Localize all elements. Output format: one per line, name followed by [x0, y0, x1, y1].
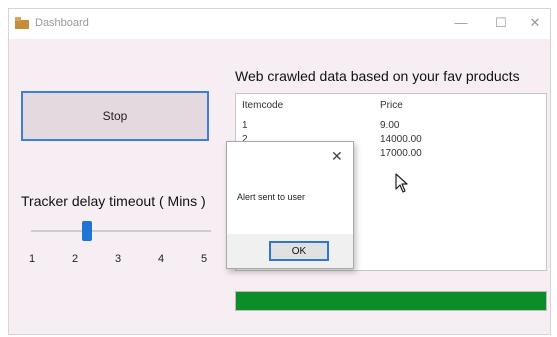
app-icon [15, 17, 29, 29]
slider-tick-label: 1 [29, 253, 36, 265]
ok-button[interactable]: OK [269, 241, 329, 261]
results-title: Web crawled data based on your fav produ… [235, 68, 520, 84]
progress-fill [236, 292, 546, 310]
main-window: Dashboard — ☐ ✕ Stop Tracker delay timeo… [8, 8, 551, 335]
close-icon[interactable]: ✕ [331, 148, 343, 165]
column-header-itemcode[interactable]: Itemcode [242, 100, 283, 111]
slider-tick-label: 3 [115, 253, 122, 265]
slider-thumb[interactable] [81, 221, 92, 241]
progress-bar [235, 291, 547, 311]
top-caption [0, 0, 557, 12]
mouse-pointer-icon [395, 173, 408, 193]
close-window-button[interactable]: ✕ [515, 9, 555, 39]
dialog-message: Alert sent to user [237, 192, 306, 202]
tracker-delay-slider[interactable] [31, 221, 211, 241]
table-cell-itemcode: 1 [242, 120, 248, 131]
slider-tick-label: 5 [201, 253, 208, 265]
title-bar: Dashboard — ☐ ✕ [9, 9, 550, 39]
minimize-button[interactable]: — [441, 9, 481, 39]
table-cell-price: 14000.00 [380, 134, 422, 145]
window-title: Dashboard [35, 17, 89, 29]
stop-button[interactable]: Stop [21, 91, 209, 141]
stop-button-label: Stop [102, 109, 128, 123]
slider-tick-label: 2 [72, 253, 79, 265]
tracker-delay-label: Tracker delay timeout ( Mins ) [21, 193, 206, 209]
ok-button-label: OK [291, 245, 307, 257]
table-cell-price: 17000.00 [380, 148, 422, 159]
dialog-footer: OK [227, 234, 353, 268]
slider-track [31, 230, 211, 232]
table-cell-price: 9.00 [380, 120, 400, 131]
column-header-price[interactable]: Price [380, 100, 403, 111]
slider-tick-label: 4 [158, 253, 165, 265]
alert-dialog: ✕ Alert sent to user OK [226, 141, 354, 269]
